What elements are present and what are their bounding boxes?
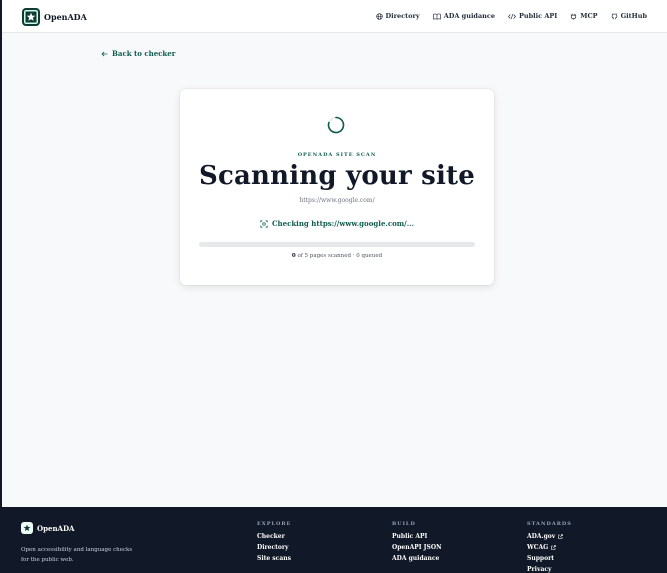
nav-mcp-label: MCP [580,12,598,20]
book-icon [433,13,441,20]
footer-heading-build: BUILD [392,521,416,527]
pages-scanned-count: 0 [291,253,296,259]
scan-card: OPENADA SITE SCAN Scanning your site htt… [180,89,494,285]
footer-heading-standards: STANDARDS [527,521,572,527]
external-link-icon [551,545,557,550]
pages-scanned-text: of 5 pages scanned · 0 queued [297,253,383,259]
nav-ada-guidance[interactable]: ADA guidance [433,12,495,20]
loading-spinner-icon [327,116,345,134]
footer-brand-name: OpenADA [37,523,75,533]
scan-url: https://www.google.com/ [299,197,375,204]
nav-directory[interactable]: Directory [375,12,420,20]
scan-stats: 0 of 5 pages scanned · 0 queued [180,253,494,259]
scan-icon [260,219,268,228]
footer-heading-explore: EXPLORE [257,521,292,527]
nav-github-label: GitHub [620,12,647,20]
scan-status: Checking https://www.google.com/... [180,219,494,228]
site-header: OpenADA Directory ADA guidance Public AP… [2,0,667,33]
brand-name: OpenADA [44,12,87,22]
footer-link-wcag[interactable]: WCAG [527,542,572,553]
footer-link-public-api[interactable]: Public API [392,531,442,542]
nav-public-api[interactable]: Public API [508,12,557,20]
plug-icon [571,13,577,20]
footer-link-ada-guidance[interactable]: ADA guidance [392,553,442,564]
app-frame: OpenADA Directory ADA guidance Public AP… [2,0,667,573]
footer-link-site-scans[interactable]: Site scans [257,553,291,564]
scan-progress-bar [199,242,475,247]
nav-mcp[interactable]: MCP [570,12,598,20]
footer-column-standards: STANDARDS ADA.gov WCAG Support Privacy [527,521,572,573]
nav-ada-guidance-label: ADA guidance [443,12,495,20]
scan-eyebrow: OPENADA SITE SCAN [297,152,377,158]
footer-link-ada-gov[interactable]: ADA.gov [527,531,572,542]
arrow-left-icon [101,51,108,56]
footer-link-ada-gov-label: ADA.gov [527,533,556,540]
scan-status-text: Checking https://www.google.com/... [271,219,415,228]
footer-tagline: Open accessibility and language checks f… [21,547,133,563]
main-nav: Directory ADA guidance Public API MCP Gi… [363,12,647,20]
external-link-icon [558,534,564,539]
globe-icon [375,12,383,20]
star-icon [21,522,33,534]
page-title: Scanning your site [198,161,476,191]
brand-logo[interactable]: OpenADA [22,8,87,26]
github-icon [611,13,617,19]
star-icon [22,8,40,26]
footer-column-explore: EXPLORE Checker Directory Site scans [257,521,291,564]
footer-link-directory[interactable]: Directory [257,542,291,553]
footer-link-checker[interactable]: Checker [257,531,291,542]
nav-github[interactable]: GitHub [611,12,647,20]
code-icon [508,13,516,19]
footer-column-build: BUILD Public API OpenAPI JSON ADA guidan… [392,521,442,564]
nav-public-api-label: Public API [519,12,558,20]
footer-link-support[interactable]: Support [527,553,572,564]
footer-link-wcag-label: WCAG [527,544,549,551]
back-to-checker-link[interactable]: Back to checker [101,49,175,58]
footer-link-privacy[interactable]: Privacy [527,564,572,573]
footer-brand-logo[interactable]: OpenADA [21,522,74,534]
nav-directory-label: Directory [385,12,420,20]
back-to-checker-label: Back to checker [112,49,176,58]
site-footer: OpenADA Open accessibility and language … [2,507,667,573]
footer-link-openapi-json[interactable]: OpenAPI JSON [392,542,442,553]
